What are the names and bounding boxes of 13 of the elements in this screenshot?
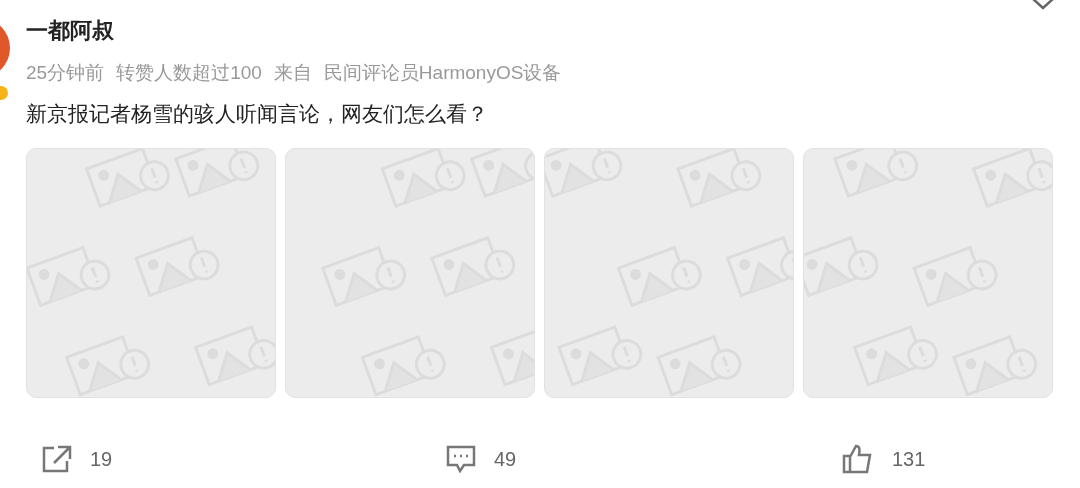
- action-count: 131: [892, 447, 926, 472]
- author-name[interactable]: 一都阿叔: [26, 14, 562, 48]
- action-count: 49: [494, 447, 517, 472]
- chevron-down-icon[interactable]: [1030, 0, 1056, 12]
- post-meta-text: 25分钟前: [26, 61, 105, 85]
- share-icon[interactable]: [42, 445, 72, 473]
- post-meta-text: 转赞人数超过100: [116, 61, 262, 85]
- action-count: 19: [90, 447, 113, 472]
- post-text: 新京报记者杨雪的骇人听闻言论，网友们怎么看？: [25, 101, 489, 127]
- post-meta-text: 民间评论员HarmonyOS设备: [323, 61, 562, 85]
- comment-icon[interactable]: [446, 445, 476, 473]
- thumbs-up-icon[interactable]: [842, 444, 874, 474]
- post-meta-text: 来自: [273, 61, 312, 85]
